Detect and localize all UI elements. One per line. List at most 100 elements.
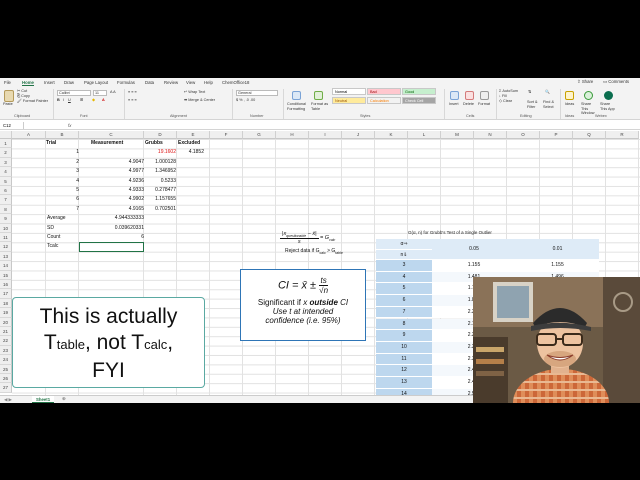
tab-page-layout[interactable]: Page Layout: [84, 79, 108, 86]
clear-button[interactable]: ◇ Clear: [499, 99, 512, 104]
stat-label-count[interactable]: Count: [47, 233, 60, 242]
format-as-table-icon[interactable]: [314, 91, 323, 100]
row-header-27[interactable]: 27: [0, 383, 12, 393]
trial-cell[interactable]: 7: [46, 205, 79, 214]
fill-color-button[interactable]: ◆: [92, 98, 95, 103]
row-header-24[interactable]: 24: [0, 355, 12, 365]
grubbs-cell[interactable]: 0.5233: [144, 177, 176, 186]
share-this-app-icon[interactable]: [604, 91, 613, 100]
row-header-8[interactable]: 8: [0, 204, 12, 215]
select-all-corner[interactable]: [0, 131, 12, 139]
header-excluded[interactable]: Excluded: [178, 139, 200, 148]
header-grubbs[interactable]: Grubbs: [145, 139, 163, 148]
style-normal[interactable]: Normal: [332, 88, 366, 95]
selected-cell[interactable]: [79, 242, 144, 252]
stat-label-sd[interactable]: SD: [47, 224, 54, 233]
paste-label[interactable]: Paste: [3, 102, 13, 107]
number-format-buttons[interactable]: $ % , .0 .00: [236, 98, 255, 103]
column-header-r[interactable]: R: [606, 131, 639, 139]
share-this-window-icon[interactable]: [584, 91, 593, 100]
row-header-9[interactable]: 9: [0, 214, 12, 224]
row-header-7[interactable]: 7: [0, 195, 12, 205]
conditional-formatting-label[interactable]: Conditional Formatting: [287, 102, 309, 111]
share-button[interactable]: ⇪ Share: [577, 79, 593, 85]
style-good[interactable]: Good: [402, 88, 436, 95]
grubbs-cell[interactable]: 1.000128: [144, 158, 176, 167]
column-header-p[interactable]: P: [540, 131, 573, 139]
format-as-table-label[interactable]: Format as Table: [311, 102, 329, 111]
format-painter-button[interactable]: 🖌 Format Painter: [17, 99, 48, 104]
column-header-q[interactable]: Q: [573, 131, 606, 139]
row-header-4[interactable]: 4: [0, 167, 12, 177]
fx-icon[interactable]: fx: [68, 122, 71, 129]
row-header-2[interactable]: 2: [0, 148, 12, 158]
tab-home[interactable]: Home: [22, 79, 34, 86]
trial-cell[interactable]: 4: [46, 177, 79, 186]
style-neutral[interactable]: Neutral: [332, 97, 366, 104]
column-header-e[interactable]: E: [177, 131, 210, 139]
excluded-cell[interactable]: 4.1852: [180, 148, 204, 157]
row-header-17[interactable]: 17: [0, 289, 12, 299]
tab-draw[interactable]: Draw: [64, 79, 74, 86]
column-header-j[interactable]: J: [342, 131, 375, 139]
style-check-cell[interactable]: Check Cell: [402, 97, 436, 104]
conditional-formatting-icon[interactable]: [292, 91, 301, 100]
trial-cell[interactable]: 2: [46, 158, 79, 167]
underline-button[interactable]: U: [68, 98, 71, 103]
measurement-cell[interactable]: 4.9165: [79, 205, 144, 214]
excluded-cell[interactable]: [180, 195, 204, 204]
column-header-c[interactable]: C: [79, 131, 144, 139]
sheet-tab-sheet1[interactable]: Sheet1: [32, 396, 55, 403]
align-top-buttons[interactable]: ≡ ≡ ≡: [128, 90, 137, 95]
tab-review[interactable]: Review: [164, 79, 178, 86]
excluded-cell[interactable]: [180, 158, 204, 167]
grubbs-cell[interactable]: 0.278477: [144, 186, 176, 195]
insert-cells-label[interactable]: Insert: [449, 102, 459, 107]
row-header-22[interactable]: 22: [0, 336, 12, 346]
stat-label-average[interactable]: Average: [47, 214, 66, 223]
ideas-icon[interactable]: [565, 91, 574, 100]
row-header-21[interactable]: 21: [0, 327, 12, 337]
font-grow-shrink[interactable]: A A: [110, 90, 116, 95]
trial-cell[interactable]: 5: [46, 186, 79, 195]
ideas-label[interactable]: Ideas: [565, 102, 574, 107]
row-header-10[interactable]: 10: [0, 223, 12, 233]
header-measurement[interactable]: Measurement: [91, 139, 123, 148]
column-header-n[interactable]: N: [474, 131, 507, 139]
row-header-13[interactable]: 13: [0, 251, 12, 262]
column-header-l[interactable]: L: [408, 131, 441, 139]
measurement-cell[interactable]: 4.9902: [79, 195, 144, 204]
row-header-12[interactable]: 12: [0, 242, 12, 252]
excluded-cell[interactable]: [180, 186, 204, 195]
borders-button[interactable]: ⊞: [80, 98, 83, 103]
row-header-16[interactable]: 16: [0, 280, 12, 290]
row-header-20[interactable]: 20: [0, 317, 12, 327]
tab-file[interactable]: File: [4, 79, 11, 86]
row-header-25[interactable]: 25: [0, 364, 12, 374]
column-header-m[interactable]: M: [441, 131, 474, 139]
column-header-k[interactable]: K: [375, 131, 408, 139]
bold-button[interactable]: B: [57, 98, 60, 103]
font-size-select[interactable]: 11: [93, 90, 107, 96]
stat-value-count[interactable]: 6: [79, 233, 144, 242]
font-color-button[interactable]: A: [102, 98, 105, 103]
find-select-label[interactable]: Find & Select: [543, 100, 556, 109]
sort-filter-icon[interactable]: ⇅: [528, 90, 531, 95]
add-sheet-icon[interactable]: ⊕: [62, 396, 66, 402]
column-header-o[interactable]: O: [507, 131, 540, 139]
header-trial[interactable]: Trial: [46, 139, 56, 148]
tab-help[interactable]: Help: [204, 79, 213, 86]
row-header-26[interactable]: 26: [0, 374, 12, 384]
stat-value-sd[interactable]: 0.039620331: [79, 224, 144, 233]
sort-filter-label[interactable]: Sort & Filter: [527, 100, 540, 109]
row-header-14[interactable]: 14: [0, 261, 12, 271]
measurement-cell[interactable]: 4.9236: [79, 177, 144, 186]
row-header-18[interactable]: 18: [0, 298, 12, 309]
share-this-app-label[interactable]: Share This App: [600, 102, 618, 111]
comments-button[interactable]: ▭ Comments: [603, 79, 629, 85]
excluded-cell[interactable]: [180, 205, 204, 214]
tab-formulas[interactable]: Formulas: [117, 79, 135, 86]
stat-value-average[interactable]: 4.944333333: [79, 214, 144, 223]
trial-cell[interactable]: 1: [46, 148, 79, 157]
merge-center-button[interactable]: ⬌ Merge & Center: [184, 98, 215, 103]
